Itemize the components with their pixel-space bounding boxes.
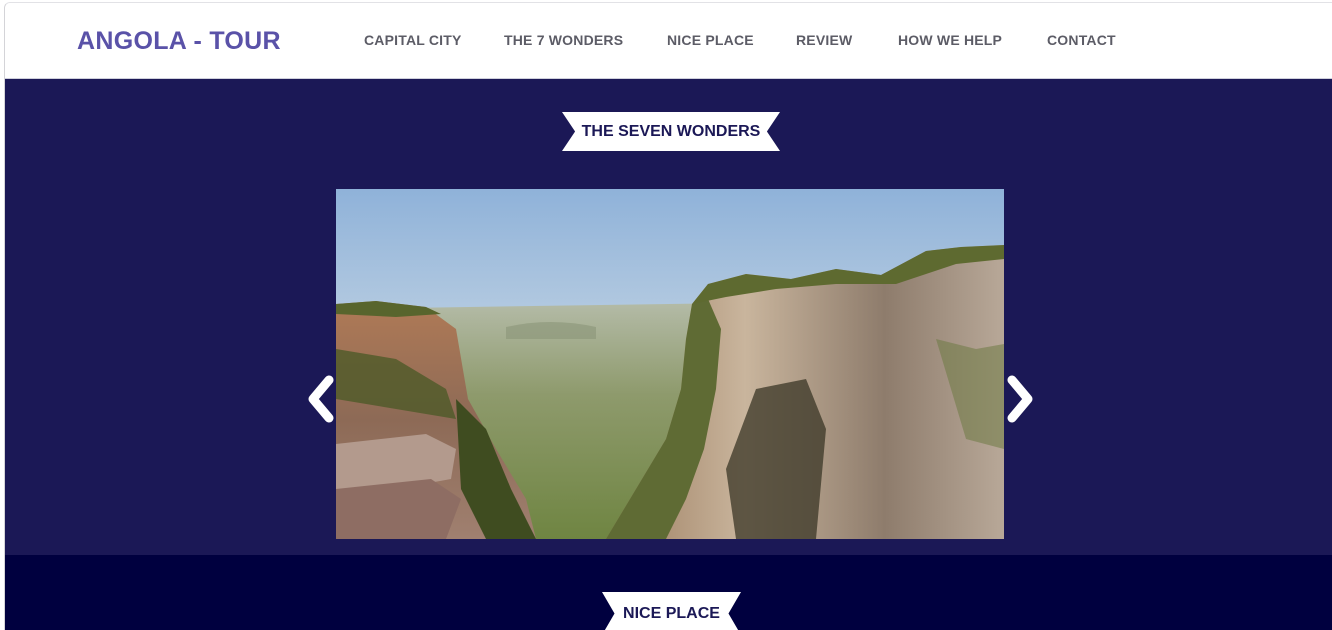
nav-link-nice-place[interactable]: NICE PLACE <box>667 32 754 48</box>
canyon-landscape-image <box>336 189 1004 539</box>
seven-wonders-section: THE SEVEN WONDERS <box>5 79 1332 555</box>
section-title: NICE PLACE <box>623 604 720 622</box>
brand-logo[interactable]: ANGOLA - TOUR <box>77 27 281 56</box>
nav-link-contact[interactable]: CONTACT <box>1047 32 1116 48</box>
chevron-left-icon <box>308 375 334 423</box>
section-ribbon-title: THE SEVEN WONDERS <box>562 112 780 151</box>
nav-link-review[interactable]: REVIEW <box>796 32 852 48</box>
carousel-prev-button[interactable] <box>304 375 338 423</box>
carousel-next-button[interactable] <box>1003 375 1037 423</box>
nav-link-how-we-help[interactable]: HOW WE HELP <box>898 32 1002 48</box>
chevron-right-icon <box>1007 375 1033 423</box>
browser-viewport: ANGOLA - TOUR CAPITAL CITY THE 7 WONDERS… <box>4 2 1332 630</box>
carousel-slide-image <box>336 189 1004 539</box>
nav-link-capital-city[interactable]: CAPITAL CITY <box>364 32 462 48</box>
section-ribbon-title: NICE PLACE <box>602 592 741 630</box>
nice-place-section: NICE PLACE <box>5 555 1332 630</box>
nav-link-the-7-wonders[interactable]: THE 7 WONDERS <box>504 32 623 48</box>
section-title: THE SEVEN WONDERS <box>581 122 761 140</box>
navbar: ANGOLA - TOUR CAPITAL CITY THE 7 WONDERS… <box>5 3 1332 79</box>
